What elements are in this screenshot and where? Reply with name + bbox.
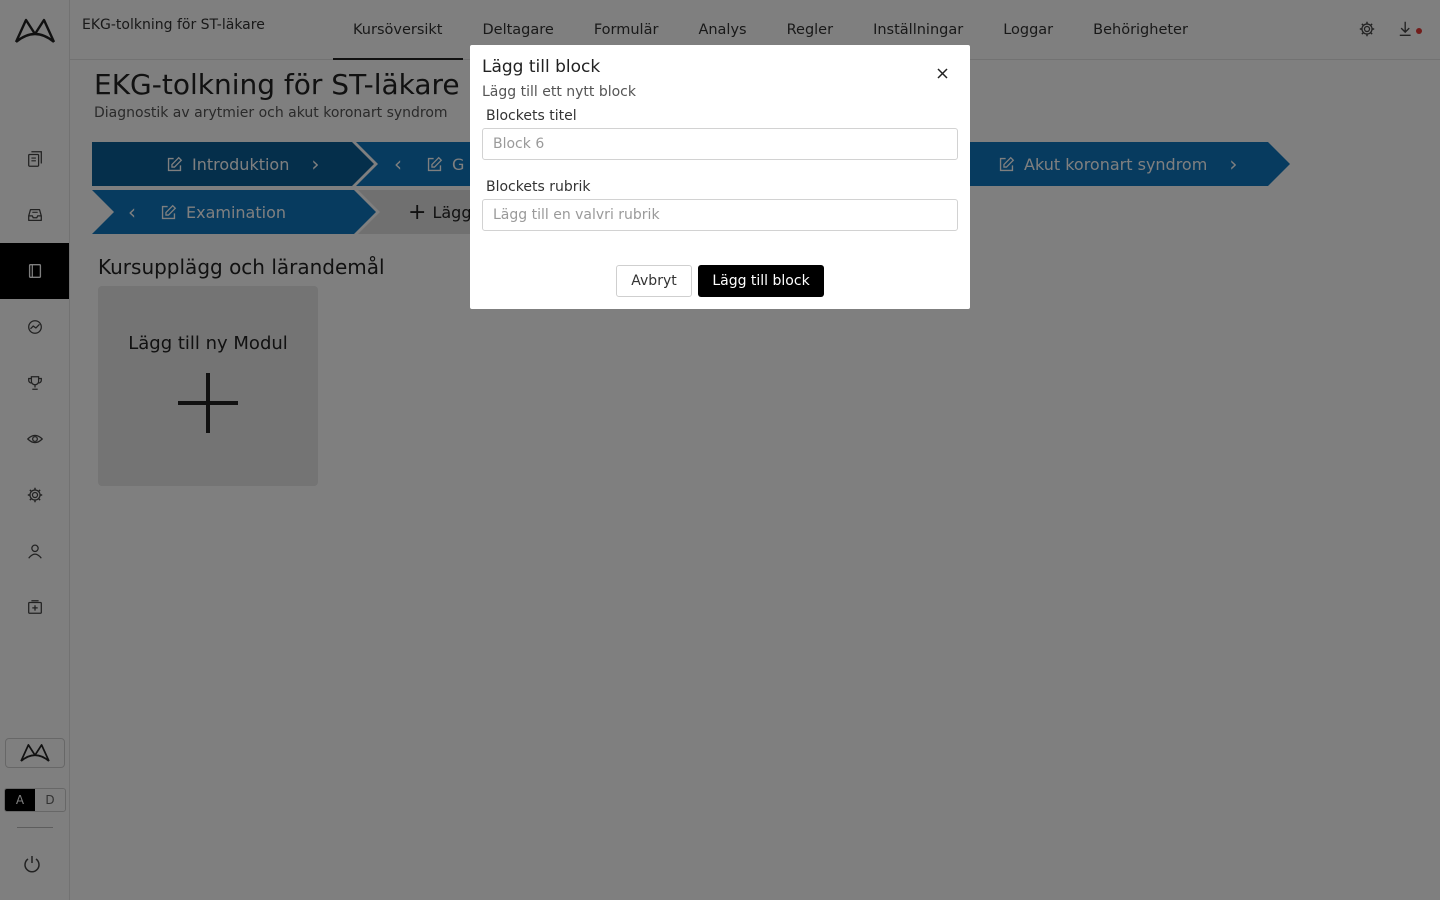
add-block-button[interactable]: Lägg till block: [698, 265, 824, 297]
cancel-button[interactable]: Avbryt: [616, 265, 692, 297]
close-button[interactable]: [934, 65, 950, 81]
add-block-dialog: Lägg till block Lägg till ett nytt block…: [470, 45, 970, 309]
dialog-title: Lägg till block: [482, 57, 601, 77]
dialog-subtitle: Lägg till ett nytt block: [482, 84, 636, 100]
block-heading-input[interactable]: [482, 199, 958, 231]
close-icon: [936, 67, 948, 79]
block-heading-label: Blockets rubrik: [486, 179, 591, 195]
block-title-label: Blockets titel: [486, 108, 577, 124]
block-title-input[interactable]: [482, 128, 958, 160]
